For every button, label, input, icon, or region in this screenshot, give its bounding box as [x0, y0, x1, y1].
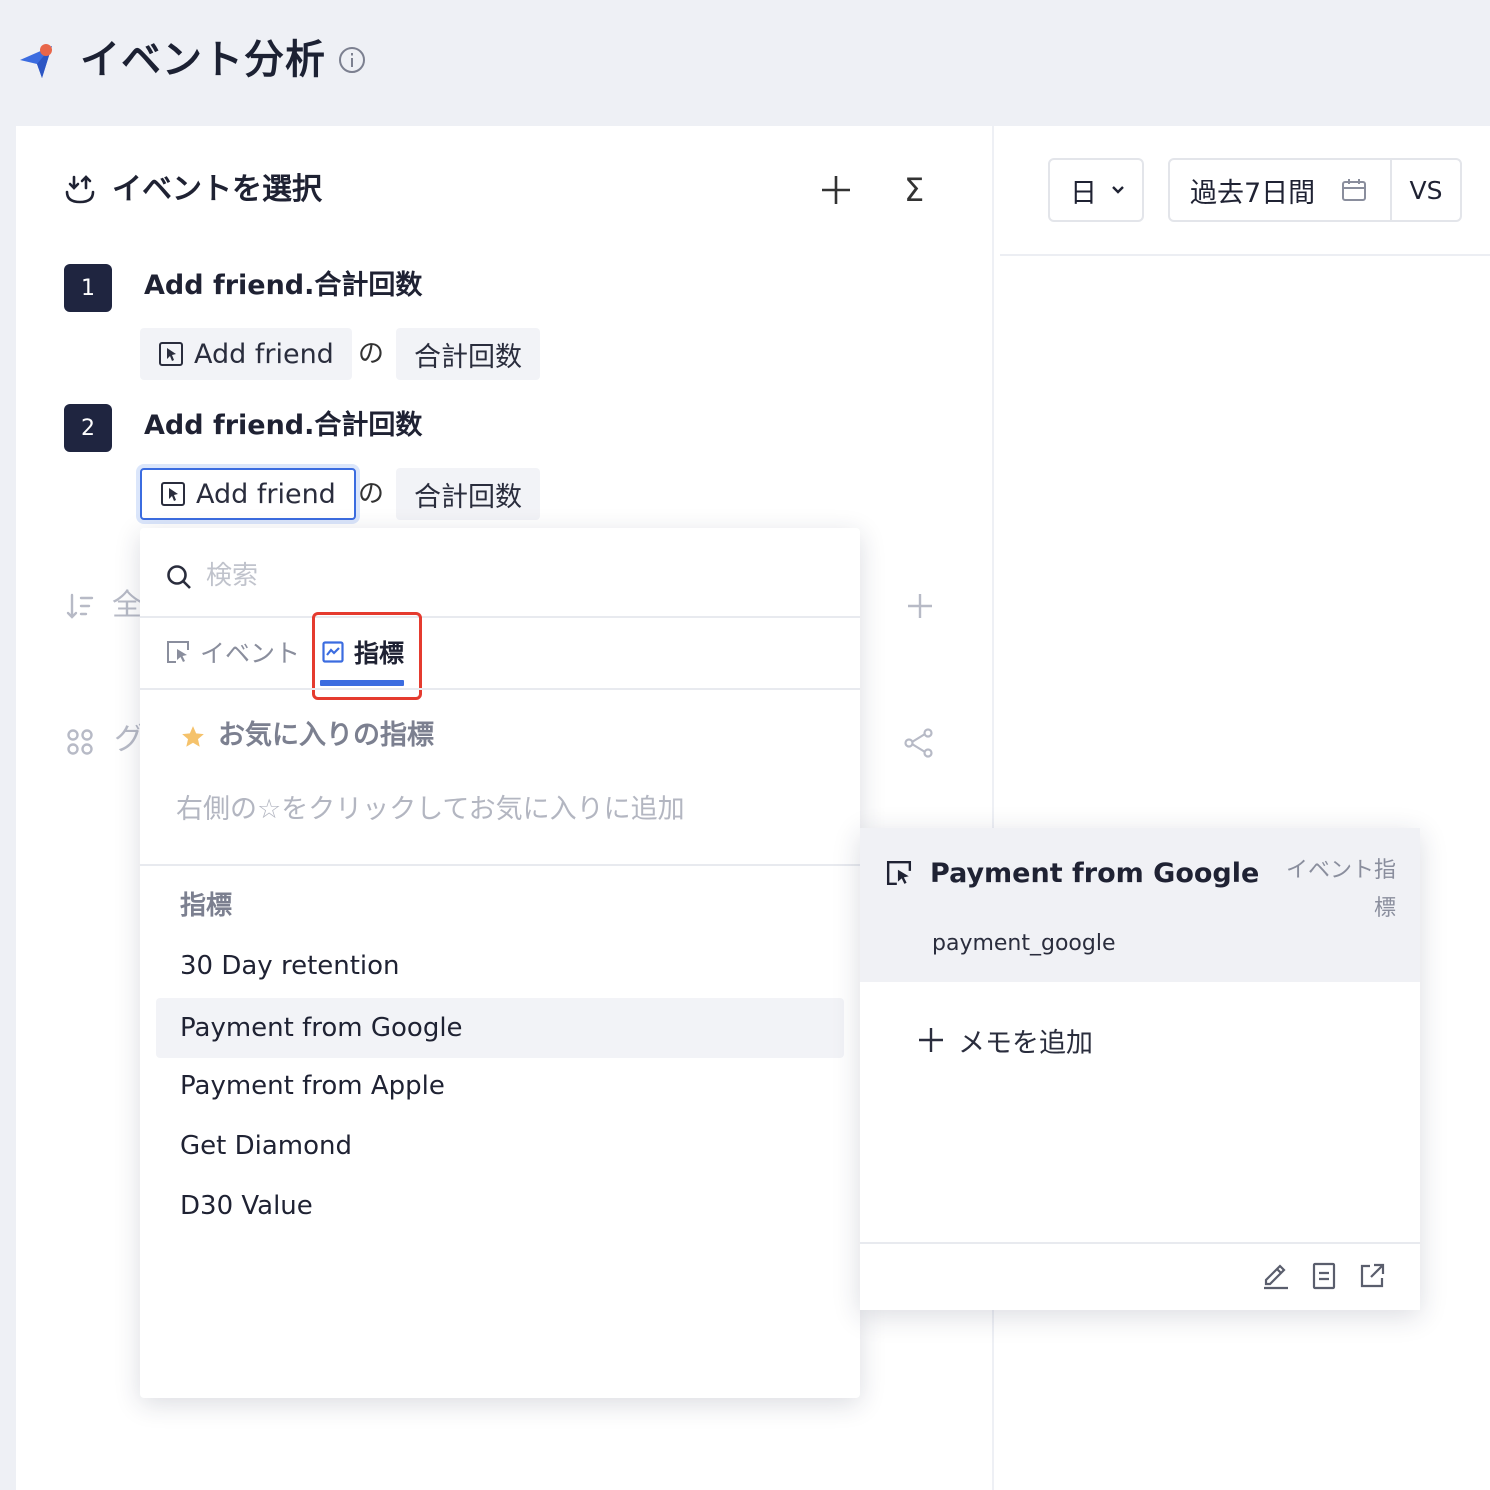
divider — [860, 1242, 1420, 1244]
plus-icon — [919, 1028, 943, 1052]
detail-type-line: イベント指 — [1285, 858, 1396, 883]
metric-name[interactable]: Add friend.合計回数 — [144, 266, 422, 306]
document-icon[interactable] — [1310, 1262, 1338, 1290]
add-memo-label: メモを追加 — [958, 1027, 1093, 1059]
event-select-icon — [64, 174, 96, 206]
aggregation-chip[interactable]: 合計回数 — [396, 468, 540, 520]
aggregation-chip[interactable]: 合計回数 — [396, 328, 540, 380]
add-filter-button[interactable] — [906, 592, 934, 620]
star-icon — [180, 724, 206, 750]
open-external-icon[interactable] — [1358, 1262, 1386, 1290]
tab-event-label: イベント — [200, 639, 301, 668]
app-logo-icon — [18, 40, 58, 80]
info-icon[interactable] — [338, 46, 366, 74]
metric-list-item[interactable]: D30 Value — [156, 1176, 844, 1236]
metric-list-item-hovered[interactable]: Payment from Google — [156, 998, 844, 1058]
group-icon — [66, 728, 94, 756]
date-range-group: 過去7日間 VS — [1168, 158, 1462, 222]
metric-number-badge: 1 — [64, 264, 112, 312]
favorites-hint: 右側の☆をクリックしてお気に入りに追加 — [176, 794, 685, 825]
divider — [140, 864, 860, 866]
detail-key: payment_google — [932, 931, 1116, 956]
add-event-button[interactable] — [818, 172, 854, 208]
tab-event[interactable]: イベント — [166, 632, 300, 672]
event-chip-label: Add friend — [196, 478, 336, 510]
metric-select-dropdown: イベント 指標 お気に入りの指標 右側の☆をクリックしてお気に入りに追加 指標 … — [140, 528, 860, 1398]
search-input[interactable] — [206, 556, 806, 596]
event-icon — [161, 482, 185, 506]
metric-list-item[interactable]: 30 Day retention — [156, 936, 844, 996]
divider — [140, 688, 860, 690]
detail-type-line: 標 — [1373, 896, 1396, 921]
divider — [1000, 254, 1490, 256]
detail-type-label: イベント指 標 — [1270, 852, 1396, 928]
share-nodes-icon[interactable] — [904, 728, 934, 758]
event-chip-active[interactable]: Add friend — [140, 468, 356, 520]
page-title: イベント分析 — [80, 37, 326, 83]
sigma-button[interactable]: Σ — [904, 170, 924, 210]
connector-text: の — [358, 339, 385, 369]
connector-text: の — [358, 479, 385, 509]
filter-icon — [66, 592, 94, 620]
metric-list-item[interactable]: Get Diamond — [156, 1116, 844, 1176]
compare-vs-button[interactable]: VS — [1392, 176, 1460, 205]
metric-list-item[interactable]: Payment from Apple — [156, 1056, 844, 1116]
chevron-down-icon — [1112, 186, 1124, 194]
panel-title: イベントを選択 — [112, 172, 322, 207]
favorites-title: お気に入りの指標 — [218, 720, 434, 751]
event-icon — [167, 641, 189, 663]
metrics-section-heading: 指標 — [180, 891, 233, 921]
event-chip[interactable]: Add friend — [140, 328, 352, 380]
metric-number-badge: 2 — [64, 404, 112, 452]
date-range-value: 過去7日間 — [1190, 177, 1316, 209]
granularity-select[interactable]: 日 — [1048, 158, 1144, 222]
filter-label: 全 — [112, 588, 142, 623]
add-memo-button[interactable]: メモを追加 — [918, 1018, 1093, 1062]
event-icon — [886, 860, 912, 886]
event-chip-label: Add friend — [194, 338, 334, 370]
event-icon — [159, 342, 183, 366]
calendar-icon — [1342, 179, 1367, 201]
search-icon — [166, 564, 192, 590]
detail-title: Payment from Google — [930, 858, 1260, 889]
divider — [140, 616, 860, 618]
date-range-picker[interactable]: 過去7日間 — [1170, 160, 1392, 220]
edit-pencil-icon[interactable] — [1262, 1262, 1290, 1290]
annotation-highlight-box — [312, 612, 422, 700]
granularity-value: 日 — [1070, 177, 1097, 209]
metric-detail-card: Payment from Google イベント指 標 payment_goog… — [860, 828, 1420, 1310]
metric-name[interactable]: Add friend.合計回数 — [144, 406, 422, 446]
